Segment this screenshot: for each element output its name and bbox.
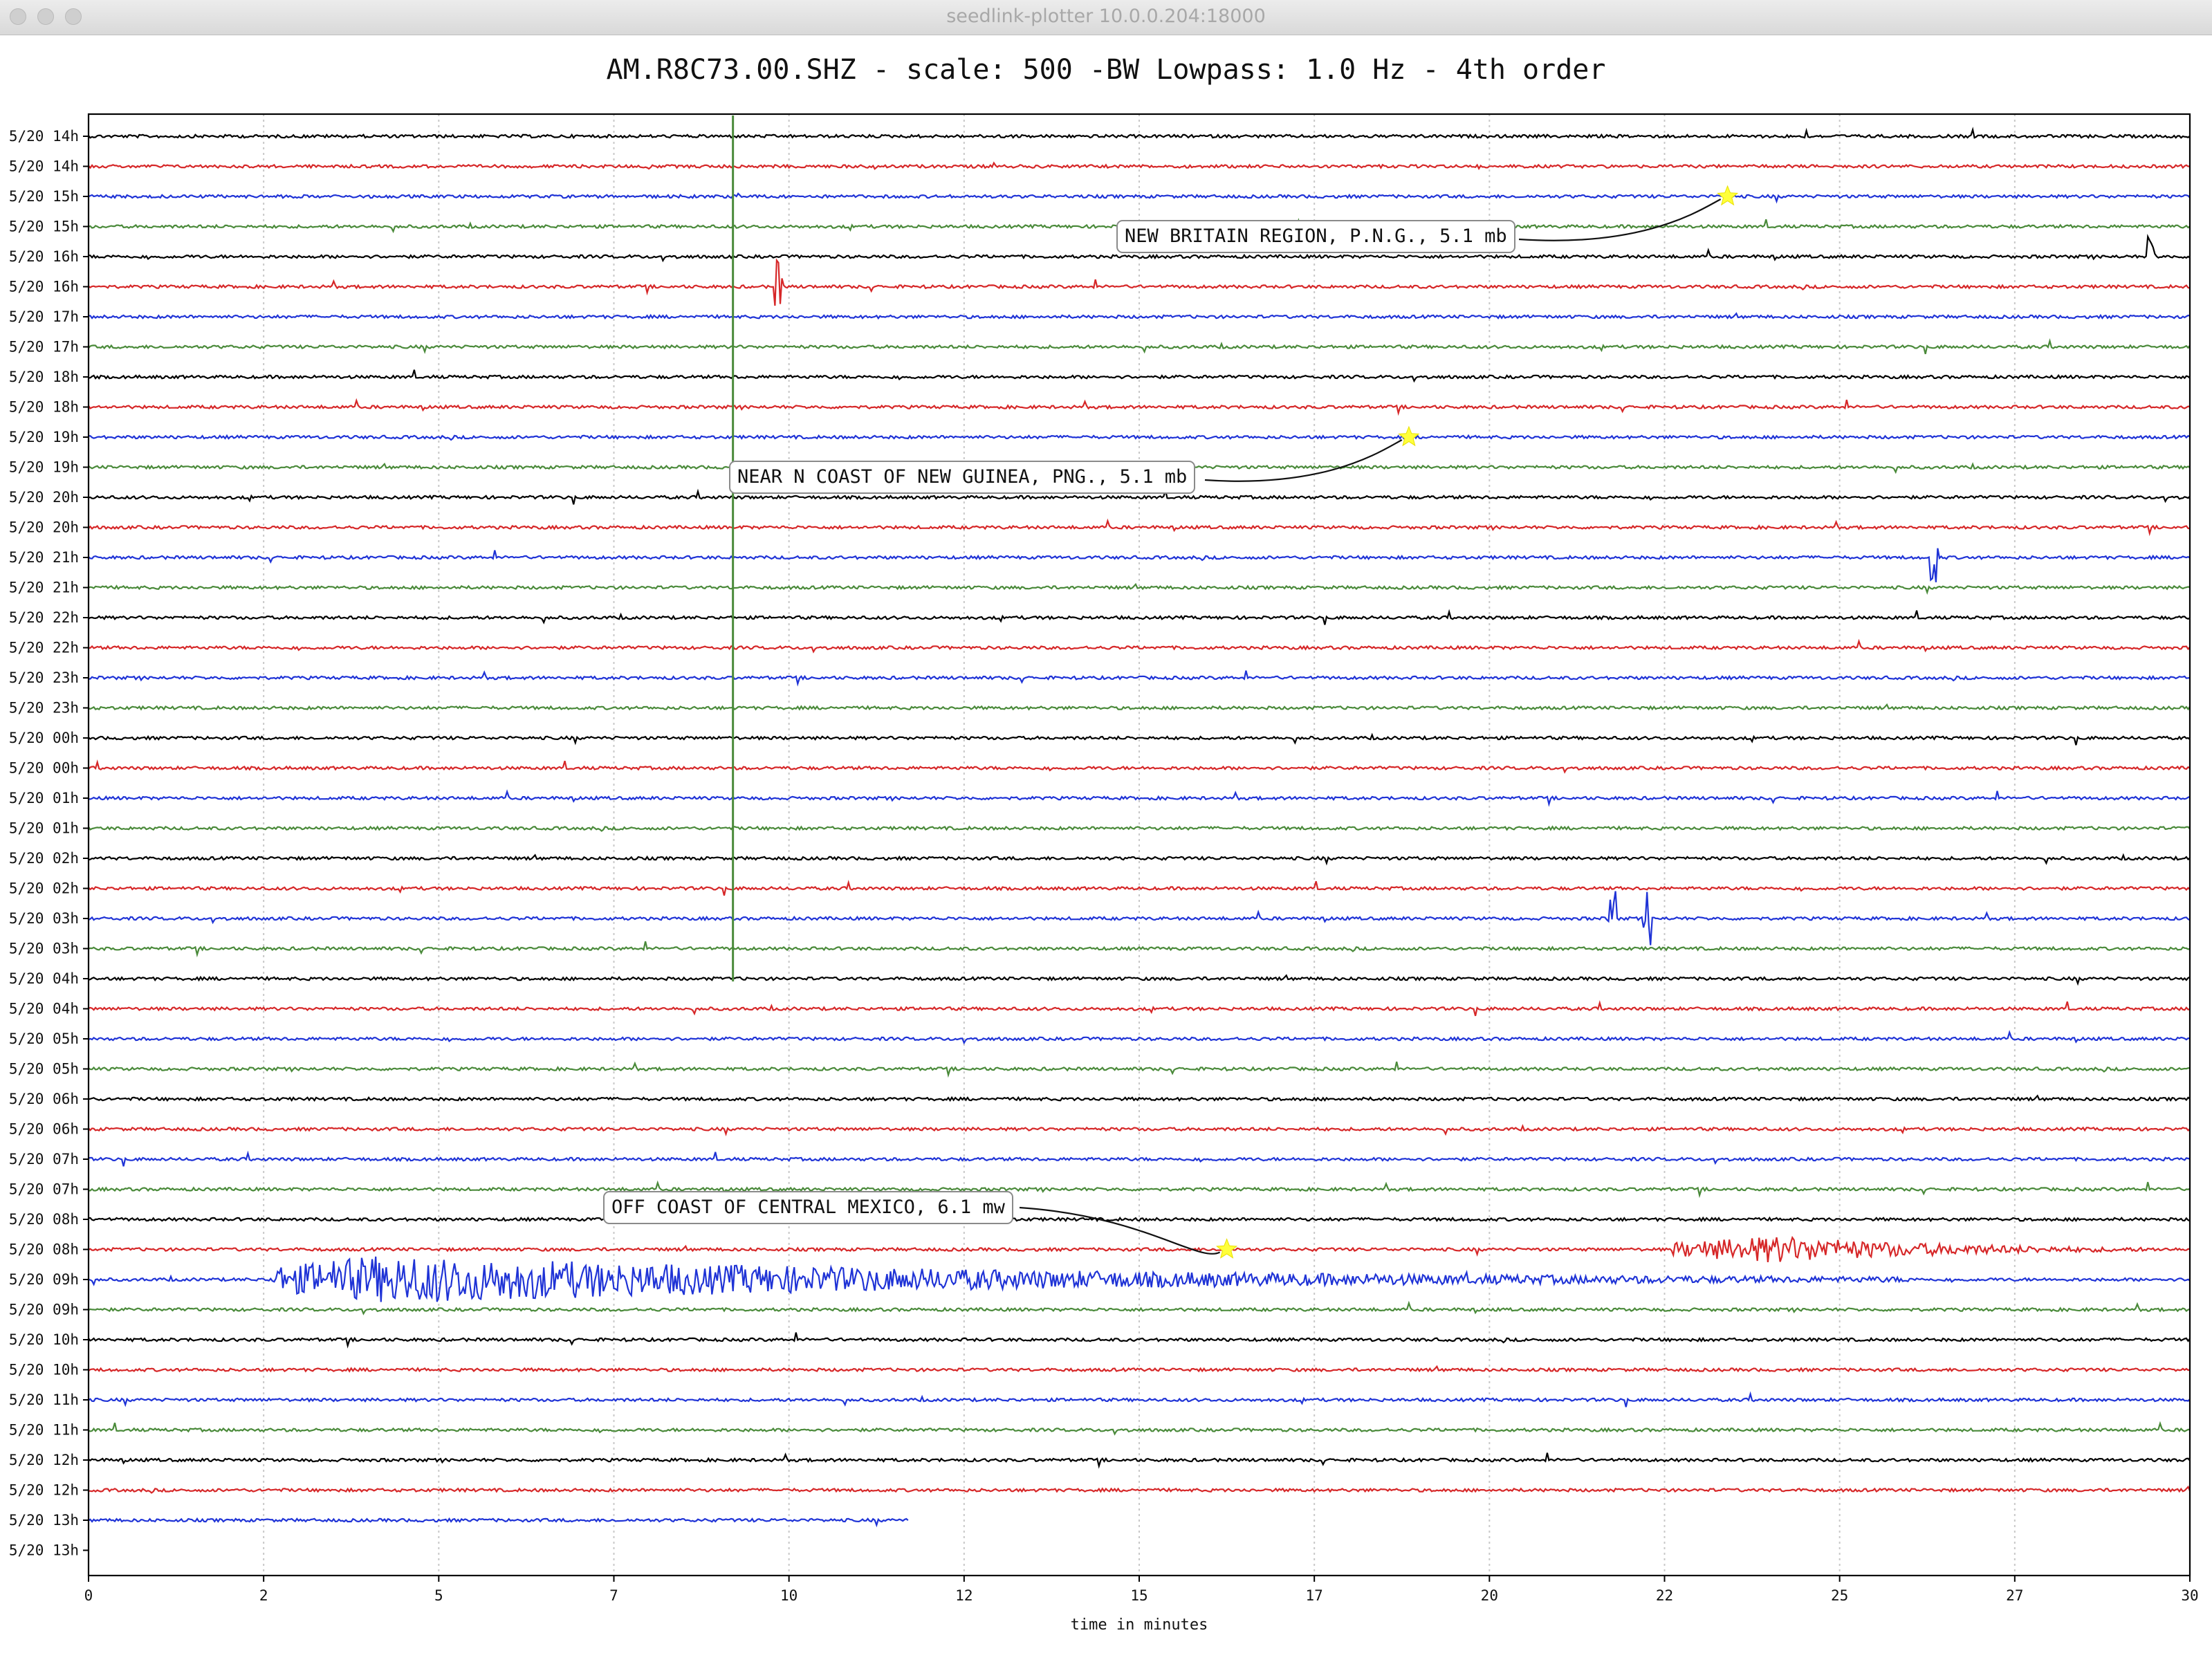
y-tick-label: 5/20 15h [9, 188, 79, 205]
y-tick-label: 5/20 01h [9, 820, 79, 837]
seismic-trace [88, 891, 2191, 945]
y-tick-label: 5/20 12h [9, 1482, 79, 1499]
event-star-marker [1717, 185, 1739, 206]
y-tick-label: 5/20 08h [9, 1241, 79, 1258]
seismic-trace [88, 974, 2191, 986]
y-tick-label: 5/20 10h [9, 1331, 79, 1348]
event-connector [1518, 198, 1722, 241]
y-tick-label: 5/20 06h [9, 1121, 79, 1138]
y-tick-label: 5/20 07h [9, 1181, 79, 1198]
event-connector [1019, 1206, 1221, 1255]
y-tick-label: 5/20 17h [9, 339, 79, 355]
y-tick-label: 5/20 22h [9, 640, 79, 656]
y-tick-label: 5/20 16h [9, 248, 79, 265]
y-tick-label: 5/20 21h [9, 580, 79, 596]
y-tick-label: 5/20 08h [9, 1211, 79, 1228]
y-tick-label: 5/20 23h [9, 669, 79, 686]
y-tick-label: 5/20 16h [9, 279, 79, 295]
seismic-trace [88, 1000, 2191, 1017]
x-tick-label: 7 [609, 1587, 618, 1604]
seismic-trace [88, 548, 2191, 582]
y-tick-label: 5/20 04h [9, 970, 79, 987]
y-tick-label: 5/20 22h [9, 609, 79, 626]
event-connector [1204, 439, 1403, 482]
y-tick-label: 5/20 14h [9, 158, 79, 175]
x-axis-label: time in minutes [1071, 1616, 1208, 1634]
event-label: NEW BRITAIN REGION, P.N.G., 5.1 mb [1116, 220, 1515, 253]
seismic-trace [88, 518, 2191, 537]
y-tick-label: 5/20 20h [9, 489, 79, 506]
y-tick-label: 5/20 01h [9, 790, 79, 806]
seismic-trace [88, 1517, 909, 1528]
y-tick-label: 5/20 19h [9, 429, 79, 445]
x-tick-label: 30 [2181, 1587, 2198, 1604]
y-tick-label: 5/20 02h [9, 850, 79, 867]
x-tick-label: 5 [434, 1587, 443, 1604]
y-tick-label: 5/20 15h [9, 219, 79, 235]
y-tick-label: 5/20 18h [9, 399, 79, 416]
y-tick-label: 5/20 00h [9, 730, 79, 746]
y-tick-label: 5/20 03h [9, 910, 79, 927]
y-tick-label: 5/20 23h [9, 700, 79, 717]
x-tick-label: 25 [1831, 1587, 1848, 1604]
y-tick-label: 5/20 05h [9, 1061, 79, 1078]
y-tick-label: 5/20 13h [9, 1542, 79, 1559]
x-tick-label: 0 [84, 1587, 93, 1604]
y-tick-label: 5/20 18h [9, 369, 79, 385]
y-tick-label: 5/20 02h [9, 880, 79, 897]
event-star-marker [1215, 1238, 1238, 1259]
seismic-trace [88, 258, 2191, 306]
y-tick-label: 5/20 11h [9, 1392, 79, 1408]
x-tick-label: 20 [1481, 1587, 1498, 1604]
seismic-trace [88, 1216, 2191, 1223]
event-label: NEAR N COAST OF NEW GUINEA, PNG., 5.1 mb [729, 461, 1196, 494]
seismic-trace [88, 161, 2191, 170]
y-tick-label: 5/20 06h [9, 1091, 79, 1107]
y-tick-label: 5/20 20h [9, 519, 79, 536]
seismic-trace [88, 941, 2191, 958]
y-tick-label: 5/20 05h [9, 1031, 79, 1047]
x-tick-label: 15 [1130, 1587, 1148, 1604]
seismic-trace [88, 1256, 2191, 1302]
seismic-trace [88, 670, 2191, 687]
x-tick-label: 10 [780, 1587, 798, 1604]
y-tick-label: 5/20 11h [9, 1422, 79, 1439]
x-tick-label: 22 [1656, 1587, 1673, 1604]
y-tick-label: 5/20 00h [9, 760, 79, 777]
y-tick-label: 5/20 13h [9, 1512, 79, 1529]
seismic-trace [88, 398, 2191, 416]
x-tick-label: 2 [259, 1587, 268, 1604]
y-tick-label: 5/20 19h [9, 459, 79, 476]
y-tick-label: 5/20 12h [9, 1452, 79, 1468]
event-star-marker [1398, 425, 1420, 447]
y-tick-label: 5/20 07h [9, 1151, 79, 1167]
y-tick-label: 5/20 09h [9, 1302, 79, 1318]
x-tick-label: 12 [955, 1587, 973, 1604]
x-tick-label: 17 [1306, 1587, 1323, 1604]
seismic-trace [88, 1150, 2191, 1167]
event-label: OFF COAST OF CENTRAL MEXICO, 6.1 mw [603, 1191, 1013, 1224]
y-tick-label: 5/20 10h [9, 1362, 79, 1378]
seismogram-plot: 5/20 14h 5/20 14h 5/20 15h 5/20 15h 5/20 16h… [9, 113, 2199, 1634]
y-tick-label: 5/20 21h [9, 549, 79, 566]
y-tick-label: 5/20 04h [9, 1001, 79, 1017]
y-tick-label: 5/20 09h [9, 1271, 79, 1288]
y-tick-label: 5/20 17h [9, 308, 79, 325]
x-tick-label: 27 [2006, 1587, 2023, 1604]
y-tick-label: 5/20 03h [9, 941, 79, 957]
y-tick-label: 5/20 14h [9, 128, 79, 145]
